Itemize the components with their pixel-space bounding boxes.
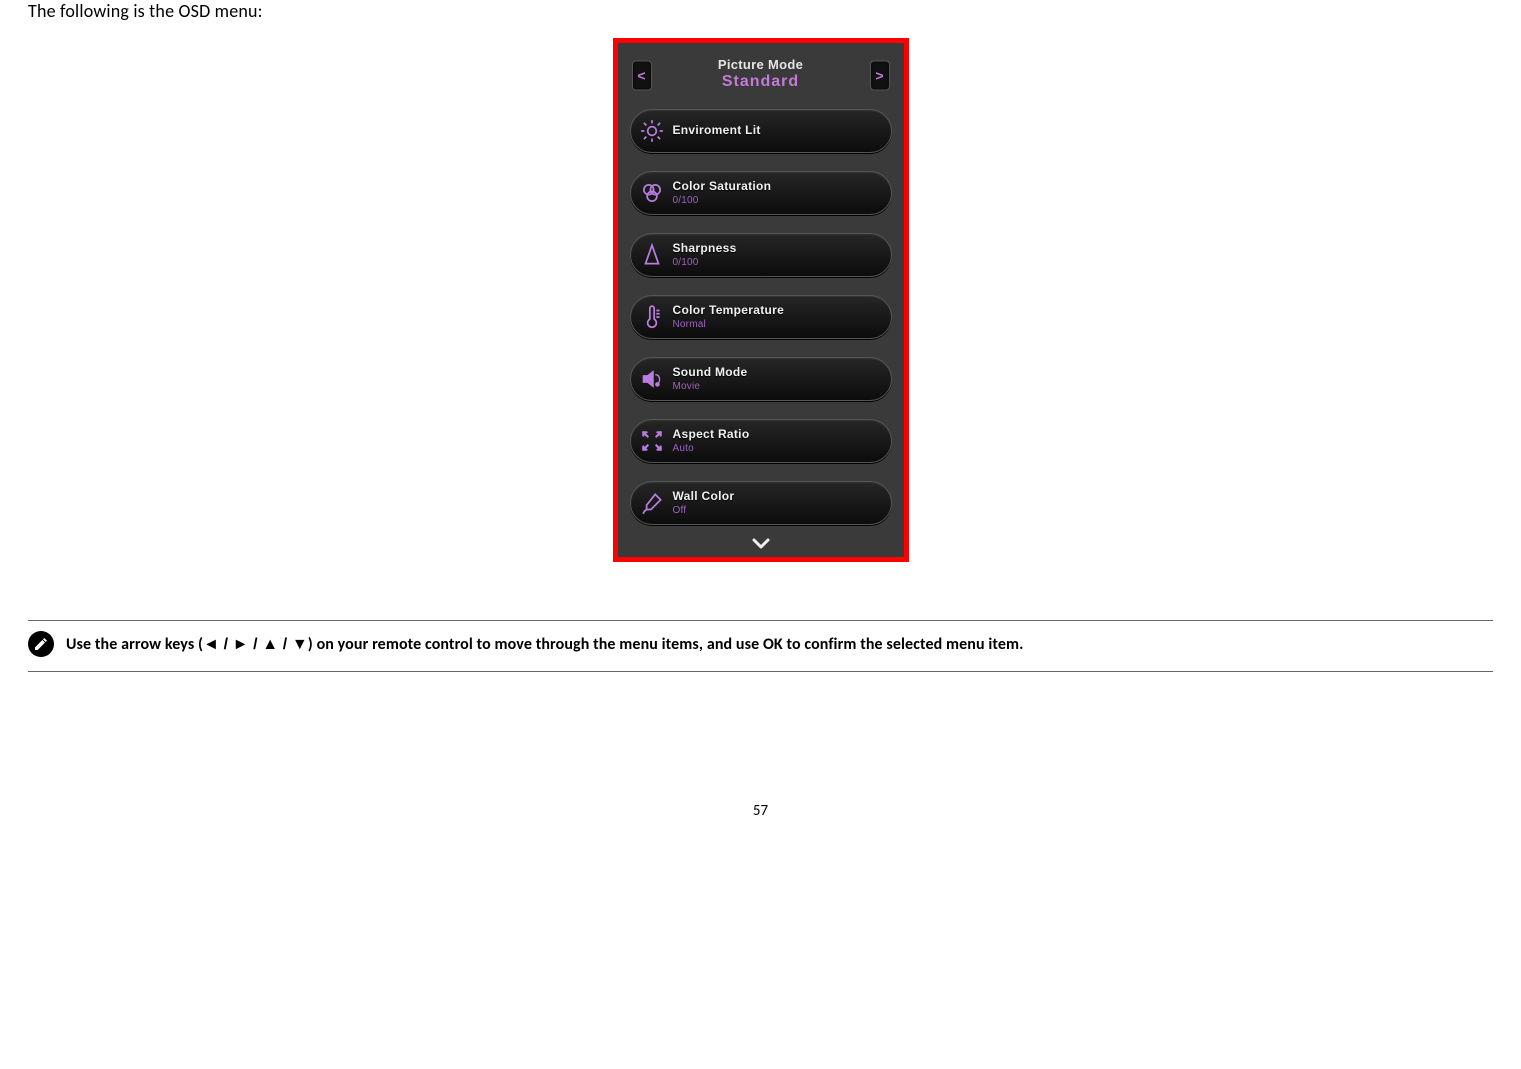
prev-arrow-button[interactable]: < [632,61,652,91]
osd-item-aspect-ratio[interactable]: Aspect Ratio Auto [630,419,892,463]
aspect-ratio-icon [631,420,673,462]
saturation-icon [631,172,673,214]
sharpness-icon [631,234,673,276]
item-label: Color Saturation [673,180,772,193]
note-prefix: Use the arrow keys ( [66,635,203,654]
item-value: Movie [673,381,748,392]
note-keys: ◄ / ► / ▲ / ▼ [203,636,308,653]
pencil-icon [28,631,54,657]
item-label: Wall Color [673,490,735,503]
thermometer-icon [631,296,673,338]
item-value: Auto [673,443,750,454]
osd-item-wall-color[interactable]: Wall Color Off [630,481,892,525]
sun-icon [631,110,673,152]
page-number: 57 [0,802,1521,820]
item-label: Color Temperature [673,304,785,317]
osd-item-sharpness[interactable]: Sharpness 0/100 [630,233,892,277]
osd-header-value: Standard [628,73,894,91]
item-label: Sharpness [673,242,737,255]
osd-item-sound-mode[interactable]: Sound Mode Movie [630,357,892,401]
note-block: Use the arrow keys (◄ / ► / ▲ / ▼) on yo… [28,620,1493,672]
item-value: Off [673,505,735,516]
item-label: Enviroment Lit [673,124,761,137]
osd-item-color-saturation[interactable]: Color Saturation 0/100 [630,171,892,215]
item-value: 0/100 [673,257,737,268]
item-value: Normal [673,319,785,330]
item-value: 0/100 [673,195,772,206]
intro-text: The following is the OSD menu: [28,0,1521,22]
brush-icon [631,482,673,524]
item-label: Sound Mode [673,366,748,379]
osd-item-color-temperature[interactable]: Color Temperature Normal [630,295,892,339]
scroll-down-icon[interactable] [628,537,894,551]
osd-menu: < Picture Mode Standard > Enviroment Li [613,38,909,562]
osd-header-title: Picture Mode [628,57,894,72]
osd-item-environment-lit[interactable]: Enviroment Lit [630,109,892,153]
note-suffix: ) on your remote control to move through… [308,635,1024,654]
osd-header: < Picture Mode Standard > [628,57,894,91]
item-label: Aspect Ratio [673,428,750,441]
next-arrow-button[interactable]: > [870,61,890,91]
sound-icon [631,358,673,400]
osd-items: Enviroment Lit Color Saturation 0/100 [628,109,894,525]
note-text: Use the arrow keys (◄ / ► / ▲ / ▼) on yo… [66,635,1024,654]
